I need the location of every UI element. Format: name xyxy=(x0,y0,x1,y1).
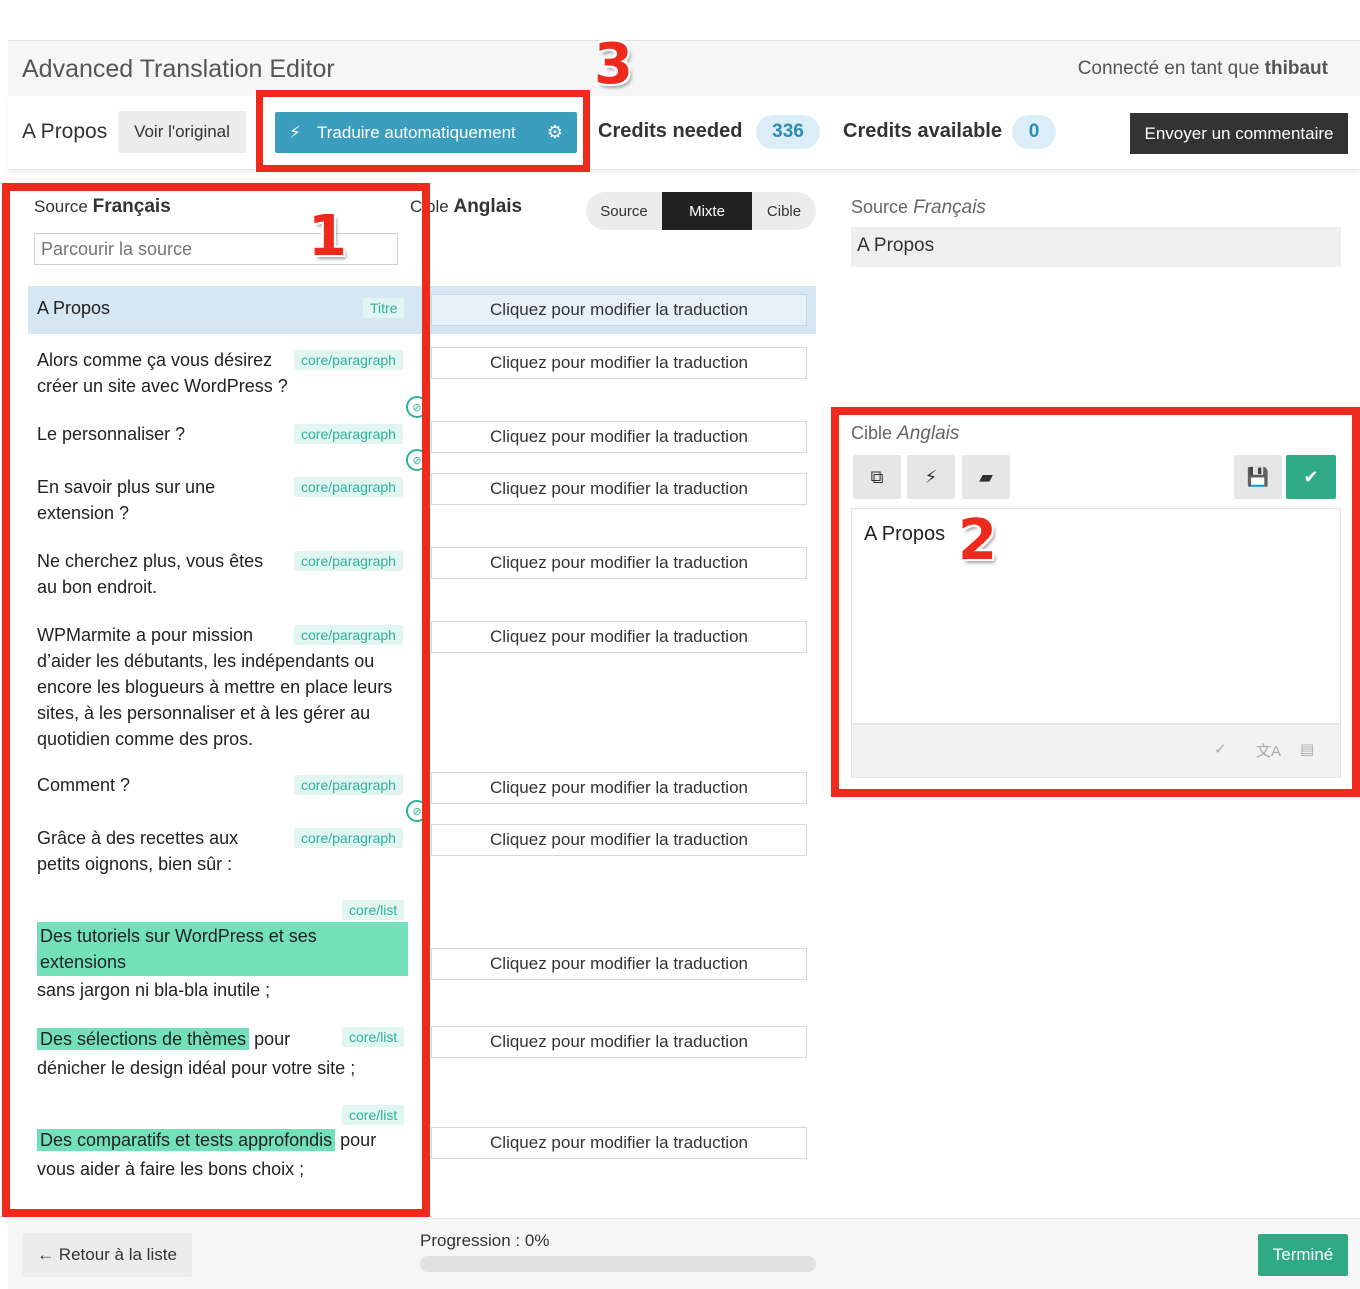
translation-cell[interactable]: Cliquez pour modifier la traduction xyxy=(431,473,807,505)
translation-cell[interactable]: Cliquez pour modifier la traduction xyxy=(431,547,807,579)
translation-cell[interactable]: Cliquez pour modifier la traduction xyxy=(431,948,807,980)
detail-source-text: A Propos xyxy=(851,227,1341,267)
view-mode-switch: Source Mixte Cible xyxy=(586,192,816,230)
view-original-button[interactable]: Voir l'original xyxy=(118,111,246,153)
credits-needed-badge: 336 xyxy=(756,115,820,149)
credits-available-badge: 0 xyxy=(1012,115,1056,149)
translation-cell[interactable]: Cliquez pour modifier la traduction xyxy=(431,621,807,653)
mode-source-button[interactable]: Source xyxy=(586,192,662,230)
credits-needed-label: Credits needed xyxy=(598,120,743,142)
connected-user: Connecté en tant que thibaut xyxy=(1078,58,1328,80)
mode-cible-button[interactable]: Cible xyxy=(752,192,816,230)
progress-label: Progression : 0% xyxy=(420,1231,550,1250)
translation-cell[interactable]: Cliquez pour modifier la traduction xyxy=(431,824,807,856)
mode-mixte-button[interactable]: Mixte xyxy=(662,192,752,230)
send-feedback-button[interactable]: Envoyer un commentaire xyxy=(1130,113,1348,154)
annotation-box-2 xyxy=(831,407,1360,797)
translation-cell[interactable]: Cliquez pour modifier la traduction xyxy=(431,421,807,453)
detail-source-label: Source xyxy=(851,197,909,217)
annotation-box-1 xyxy=(2,183,430,1217)
progress-bar xyxy=(420,1256,816,1272)
back-to-list-button[interactable]: ← Retour à la liste xyxy=(22,1233,192,1277)
translation-cell[interactable]: Cliquez pour modifier la traduction xyxy=(431,347,807,379)
target-language: Anglais xyxy=(453,196,523,217)
translation-cell[interactable]: Cliquez pour modifier la traduction xyxy=(431,1026,807,1058)
annotation-number-1: 1 xyxy=(308,204,347,269)
translation-cell[interactable]: Cliquez pour modifier la traduction xyxy=(431,1127,807,1159)
detail-source-language: Français xyxy=(913,197,986,218)
detail-source-header: Source Français xyxy=(851,197,986,219)
user-name[interactable]: thibaut xyxy=(1265,58,1328,79)
annotation-box-3 xyxy=(256,90,590,172)
credits-available-label: Credits available xyxy=(843,120,1002,142)
translation-cell[interactable]: Cliquez pour modifier la traduction xyxy=(431,772,807,804)
translation-cell[interactable]: Cliquez pour modifier la traduction xyxy=(431,294,807,326)
done-button[interactable]: Terminé xyxy=(1258,1234,1348,1276)
annotation-number-3: 3 xyxy=(594,32,633,97)
app-title: Advanced Translation Editor xyxy=(22,55,335,83)
connected-prefix: Connecté en tant que xyxy=(1077,58,1260,79)
page-name: A Propos xyxy=(22,120,108,143)
annotation-number-2: 2 xyxy=(958,508,997,573)
bottom-bar xyxy=(8,1218,1360,1289)
